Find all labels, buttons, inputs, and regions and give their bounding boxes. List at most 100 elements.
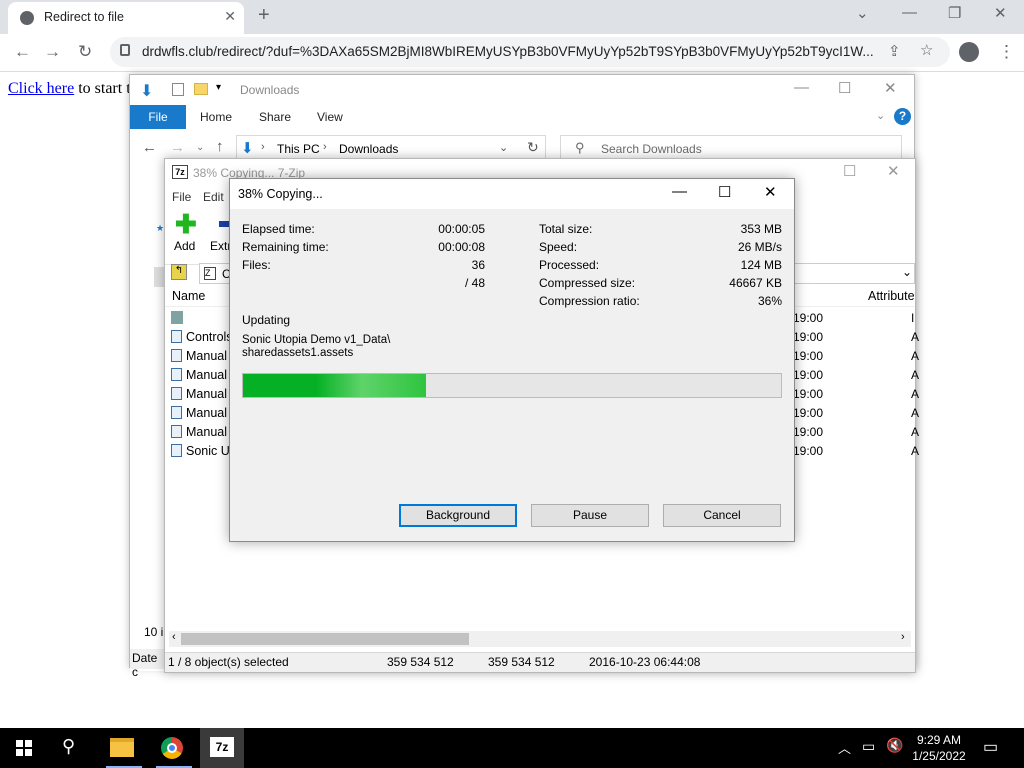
explorer-back-icon[interactable]: ← <box>142 139 157 156</box>
ribbon-view-tab[interactable]: View <box>317 110 343 124</box>
background-button[interactable]: Background <box>399 504 517 527</box>
new-tab-button[interactable]: + <box>258 4 270 27</box>
speed-label: Speed: <box>539 240 578 254</box>
address-dropdown-icon[interactable]: ⌄ <box>499 141 508 154</box>
dialog-maximize-icon[interactable]: ☐ <box>718 183 731 201</box>
row-attr: A <box>911 368 920 382</box>
chrome-taskbar-icon[interactable] <box>161 737 183 759</box>
7zip-maximize-icon[interactable]: ☐ <box>843 162 856 180</box>
properties-icon[interactable] <box>172 83 184 96</box>
reload-icon[interactable]: ↻ <box>78 42 92 62</box>
dialog-minimize-icon[interactable]: — <box>672 183 687 200</box>
click-here-link[interactable]: Click here <box>8 80 74 97</box>
list-item[interactable]: Controls <box>171 328 231 347</box>
up-folder-icon[interactable]: ↰ <box>171 264 187 280</box>
row-attr: A <box>911 444 920 458</box>
minimize-icon[interactable]: — <box>902 4 917 21</box>
column-name[interactable]: Name <box>172 289 205 303</box>
volume-muted-icon[interactable]: 🔇 <box>886 737 903 754</box>
status-date: 2016-10-23 06:44:08 <box>589 655 701 669</box>
scroll-right-icon[interactable]: › <box>901 631 905 643</box>
explorer-statusbar: Date c <box>130 649 166 679</box>
recent-dropdown-icon[interactable]: ⌄ <box>196 142 204 153</box>
bookmark-star-icon[interactable]: ☆ <box>920 41 933 59</box>
explorer-forward-icon[interactable]: → <box>170 139 185 156</box>
lock-icon[interactable] <box>120 44 130 56</box>
processed-value: 124 MB <box>740 258 782 272</box>
breadcrumb-downloads[interactable]: Downloads <box>339 142 398 156</box>
elapsed-value: 00:00:05 <box>438 222 485 236</box>
list-item[interactable]: Manual <box>171 366 231 385</box>
folder-icon[interactable] <box>194 83 208 95</box>
explorer-titlebar: ⬇ ▾ Downloads — ☐ ✕ <box>130 75 914 105</box>
files-label: Files: <box>242 258 271 272</box>
list-item[interactable]: Manual <box>171 347 231 366</box>
taskbar-clock[interactable]: 9:29 AM 1/25/2022 <box>904 732 974 764</box>
pause-button[interactable]: Pause <box>531 504 649 527</box>
file-icon <box>171 387 182 400</box>
scroll-left-icon[interactable]: ‹ <box>172 631 176 643</box>
browser-window: Redirect to file ✕ + ⌄ — ❐ ✕ ← → ↻ drdwf… <box>0 0 1024 72</box>
ribbon-expand-icon[interactable]: ⌄ <box>876 109 885 122</box>
share-icon[interactable]: ⇪ <box>888 42 901 60</box>
7zip-taskbar-item[interactable]: 7z <box>200 728 244 768</box>
restore-icon[interactable]: ❐ <box>948 4 961 22</box>
row-time: 19:00 <box>793 349 824 363</box>
row-attr: A <box>911 425 920 439</box>
explorer-maximize-icon[interactable]: ☐ <box>838 79 851 97</box>
tray-chevron-up-icon[interactable]: ︿ <box>838 738 851 757</box>
list-item[interactable]: Manual <box>171 404 231 423</box>
add-button[interactable]: Add <box>174 239 195 253</box>
file-explorer-taskbar-icon[interactable] <box>110 738 134 757</box>
file-icon <box>171 368 182 381</box>
list-item[interactable]: Sonic Ut <box>171 442 231 461</box>
qat-dropdown-icon[interactable]: ▾ <box>216 82 221 93</box>
folder-icon <box>171 311 183 324</box>
7zip-close-icon[interactable]: ✕ <box>887 162 900 180</box>
ribbon-share-tab[interactable]: Share <box>259 110 291 124</box>
list-item[interactable] <box>171 309 231 328</box>
address-bar[interactable]: drdwfls.club/redirect/?duf=%3DAXa65SM2Bj… <box>110 37 950 67</box>
row-time: 19:00 <box>793 425 824 439</box>
notifications-icon[interactable]: ▭ <box>983 737 998 757</box>
row-attr: A <box>911 330 920 344</box>
close-tab-icon[interactable]: ✕ <box>224 8 236 25</box>
taskbar-search-icon[interactable]: ⚲ <box>62 736 75 757</box>
column-attributes[interactable]: Attribute <box>868 289 915 303</box>
status-selected: 1 / 8 object(s) selected <box>168 655 289 669</box>
explorer-minimize-icon[interactable]: — <box>794 79 809 96</box>
row-time: 19:00 <box>793 387 824 401</box>
current-file-name: sharedassets1.assets <box>242 347 354 359</box>
list-item[interactable]: Manual <box>171 385 231 404</box>
start-windows-icon[interactable] <box>16 740 32 756</box>
forward-icon[interactable]: → <box>44 42 61 62</box>
menu-kebab-icon[interactable]: ⋮ <box>998 42 1015 62</box>
explorer-close-icon[interactable]: ✕ <box>884 79 897 97</box>
list-item[interactable]: Manual <box>171 423 231 442</box>
back-icon[interactable]: ← <box>14 42 31 62</box>
tab-search-icon[interactable]: ⌄ <box>856 4 869 22</box>
breadcrumb-this-pc[interactable]: This PC <box>277 142 320 156</box>
close-icon[interactable]: ✕ <box>994 4 1007 22</box>
menu-edit[interactable]: Edit <box>203 190 224 204</box>
processed-label: Processed: <box>539 258 600 272</box>
add-icon[interactable]: ✚ <box>175 211 197 237</box>
action-text: Updating <box>242 313 291 327</box>
ribbon-file-tab[interactable]: File <box>130 105 186 129</box>
ribbon-home-tab[interactable]: Home <box>200 110 232 124</box>
compressed-value: 46667 KB <box>729 276 782 290</box>
search-placeholder[interactable]: Search Downloads <box>601 142 702 156</box>
up-icon[interactable]: ↑ <box>216 138 224 155</box>
url-text[interactable]: drdwfls.club/redirect/?duf=%3DAXa65SM2Bj… <box>142 44 882 59</box>
profile-avatar-icon[interactable] <box>959 42 979 62</box>
scrollbar-thumb[interactable] <box>181 633 469 645</box>
dialog-close-icon[interactable]: ✕ <box>764 183 777 201</box>
refresh-icon[interactable]: ↻ <box>527 139 539 156</box>
cancel-button[interactable]: Cancel <box>663 504 781 527</box>
nav-item-selected[interactable] <box>154 267 164 287</box>
network-icon[interactable]: ▭ <box>862 738 875 755</box>
browser-tab[interactable]: Redirect to file ✕ <box>8 2 244 34</box>
help-icon[interactable]: ? <box>894 108 911 125</box>
path-dropdown-icon[interactable]: ⌄ <box>902 265 912 279</box>
menu-file[interactable]: File <box>172 190 191 204</box>
